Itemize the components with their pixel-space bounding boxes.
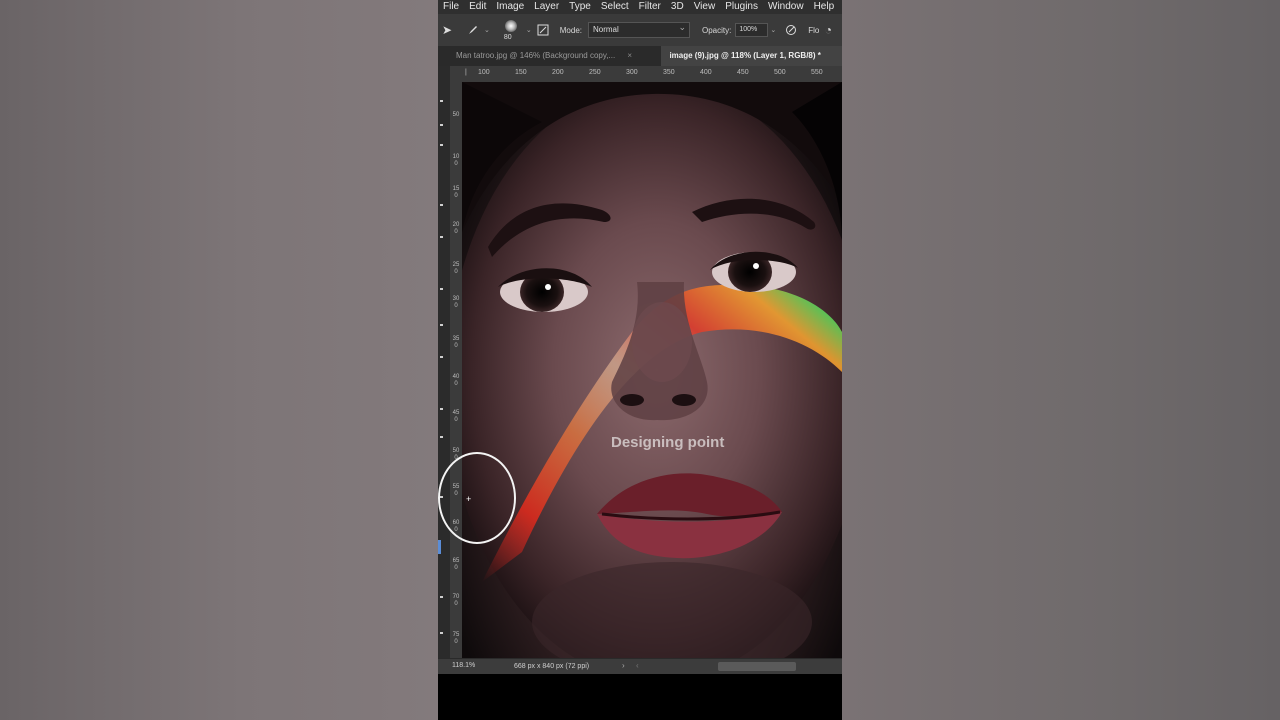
tab-image-9[interactable]: image (9).jpg @ 118% (Layer 1, RGB/8) * — [661, 46, 842, 66]
crosshair-icon: + — [466, 494, 472, 504]
ruler-tick: 150 — [452, 186, 460, 199]
ruler-tick: 550 — [811, 69, 823, 76]
status-bar: 118.1% 668 px x 840 px (72 ppi) › ‹ — [438, 658, 842, 675]
horizontal-scrollbar[interactable] — [718, 662, 796, 671]
menu-type[interactable]: Type — [564, 0, 596, 14]
document-canvas[interactable]: Designing point — [462, 82, 842, 658]
mode-select[interactable]: Normal — [587, 20, 690, 38]
ruler-tick: 450 — [452, 410, 460, 423]
tool-marker — [440, 144, 443, 146]
blurred-background-left — [0, 0, 438, 720]
ruler-tick: 650 — [452, 558, 460, 571]
menu-window[interactable]: Window — [763, 0, 809, 14]
ruler-tick: 300 — [626, 69, 638, 76]
menu-help[interactable]: Help — [809, 0, 840, 14]
ruler-tick: 200 — [552, 69, 564, 76]
move-tool-icon[interactable]: ➤ — [438, 21, 456, 39]
flow-label: Flo — [808, 25, 820, 35]
menu-select[interactable]: Select — [596, 0, 634, 14]
options-bar: ➤ ⌄ 80 ⌄ Mode: Normal Opacity: 100% ⌄ Fl… — [438, 14, 842, 47]
ruler-tick: 250 — [589, 69, 601, 76]
ruler-tick: 400 — [700, 69, 712, 76]
tool-marker — [440, 288, 443, 290]
tool-marker — [440, 596, 443, 598]
tools-panel-edge[interactable] — [438, 66, 450, 660]
chevron-down-icon[interactable]: ⌄ — [770, 26, 776, 34]
menu-view[interactable]: View — [689, 0, 721, 14]
ruler-tick: 750 — [452, 632, 460, 645]
opacity-field[interactable]: 100% — [735, 23, 769, 37]
panel-indicator — [438, 540, 441, 554]
menu-file[interactable]: File — [438, 0, 464, 14]
ruler-mark: | — [465, 69, 467, 76]
ruler-tick: 100 — [478, 69, 490, 76]
blurred-background-right — [842, 0, 1280, 720]
watermark-text: Designing point — [611, 434, 725, 451]
pressure-opacity-icon[interactable] — [782, 21, 800, 39]
photoshop-window: File Edit Image Layer Type Select Filter… — [438, 0, 842, 720]
close-icon[interactable]: × — [627, 51, 632, 60]
chevron-down-icon[interactable]: ⌄ — [526, 26, 532, 34]
document-tabs: Man tatroo.jpg @ 146% (Background copy,.… — [438, 46, 842, 66]
portrait-photo — [462, 82, 842, 658]
chevron-left-icon[interactable]: ‹ — [636, 661, 639, 670]
flow-dial-icon[interactable]: ◔ — [819, 21, 837, 39]
minimize-button[interactable]: — — [839, 2, 842, 13]
document-info: 668 px x 840 px (72 ppi) — [514, 663, 590, 670]
vertical-ruler[interactable]: 50 100 150 200 250 300 350 400 450 500 5… — [450, 82, 462, 660]
tool-marker — [440, 436, 443, 438]
brush-preset-picker[interactable]: 80 — [498, 17, 524, 43]
ruler-tick: 100 — [452, 154, 460, 167]
tool-marker — [440, 356, 443, 358]
video-frame: File Edit Image Layer Type Select Filter… — [0, 0, 1280, 720]
brush-tool-icon[interactable] — [464, 21, 482, 39]
tool-marker — [440, 236, 443, 238]
chevron-right-icon[interactable]: › — [622, 661, 625, 670]
ruler-tick: 400 — [452, 374, 460, 387]
tool-marker — [440, 632, 443, 634]
menu-bar: File Edit Image Layer Type Select Filter… — [438, 0, 842, 14]
brush-tip-icon — [504, 20, 517, 32]
tool-marker — [440, 408, 443, 410]
menu-plugins[interactable]: Plugins — [720, 0, 763, 14]
ruler-tick: 700 — [452, 594, 460, 607]
brush-cursor-circle — [438, 452, 516, 544]
menu-layer[interactable]: Layer — [529, 0, 564, 14]
zoom-level[interactable]: 118.1% — [452, 662, 475, 669]
horizontal-ruler[interactable]: | 100 150 200 250 300 350 400 450 500 55… — [462, 66, 842, 83]
menu-filter[interactable]: Filter — [634, 0, 666, 14]
tab-label: image (9).jpg @ 118% (Layer 1, RGB/8) * — [669, 51, 821, 60]
menu-image[interactable]: Image — [491, 0, 529, 14]
letterbox-bottom — [438, 674, 842, 720]
ruler-tick: 200 — [452, 222, 460, 235]
tool-marker — [440, 204, 443, 206]
ruler-tick: 350 — [452, 336, 460, 349]
menu-3d[interactable]: 3D — [666, 0, 689, 14]
ruler-tick: 250 — [452, 262, 460, 275]
opacity-label: Opacity: — [701, 25, 732, 35]
tool-marker — [440, 100, 443, 102]
ruler-tick: 500 — [774, 69, 786, 76]
ruler-tick: 350 — [663, 69, 675, 76]
ruler-tick: 450 — [737, 69, 749, 76]
tab-label: Man tatroo.jpg @ 146% (Background copy,.… — [456, 51, 616, 60]
ruler-tick: 50 — [452, 112, 460, 118]
brush-size-value: 80 — [503, 34, 512, 41]
brush-settings-icon[interactable] — [534, 21, 552, 39]
chevron-down-icon[interactable]: ⌄ — [484, 26, 490, 34]
menu-edit[interactable]: Edit — [464, 0, 491, 14]
ruler-tick: 150 — [515, 69, 527, 76]
tool-marker — [440, 324, 443, 326]
tool-marker — [440, 124, 443, 126]
tab-man-tatroo[interactable]: Man tatroo.jpg @ 146% (Background copy,.… — [438, 46, 661, 66]
mode-label: Mode: — [559, 25, 582, 35]
ruler-tick: 300 — [452, 296, 460, 309]
